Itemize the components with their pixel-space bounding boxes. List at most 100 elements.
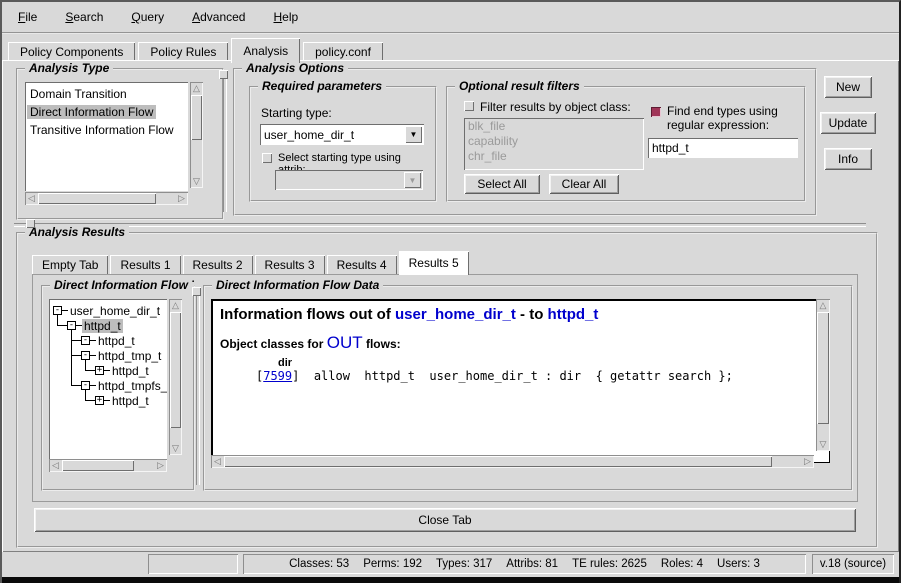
- stat-types: Types: 317: [436, 558, 492, 570]
- select-all-button[interactable]: Select All: [464, 174, 540, 194]
- tab-empty[interactable]: Empty Tab: [32, 255, 108, 274]
- object-class-listbox-disabled: blk_file capability chr_file: [464, 118, 644, 170]
- tree-node-label[interactable]: httpd_t: [110, 394, 151, 408]
- tab-policy-components[interactable]: Policy Components: [8, 42, 135, 62]
- scrollbar-thumb[interactable]: [62, 460, 134, 471]
- tree-collapse-icon[interactable]: -: [81, 351, 90, 360]
- tab-policy-rules[interactable]: Policy Rules: [138, 42, 228, 62]
- scrollbar-thumb[interactable]: [38, 193, 156, 204]
- tree-node-label[interactable]: httpd_t: [96, 334, 137, 348]
- filter-object-class-checkbox[interactable]: [464, 101, 474, 111]
- update-button[interactable]: Update: [820, 112, 876, 134]
- tree-expand-icon[interactable]: +: [95, 396, 104, 405]
- tab-results-2[interactable]: Results 2: [183, 255, 253, 274]
- status-version-panel: v.18 (source): [812, 554, 894, 574]
- tree-node-label[interactable]: user_home_dir_t: [68, 304, 162, 318]
- tree-expand-icon[interactable]: +: [95, 366, 104, 375]
- tab-results-1[interactable]: Results 1: [110, 255, 180, 274]
- stat-te-rules: TE rules: 2625: [572, 558, 647, 570]
- scroll-down-icon[interactable]: ▽: [190, 175, 203, 188]
- flow-header: Information flows out of user_home_dir_t…: [220, 306, 821, 323]
- sash-handle[interactable]: [26, 219, 35, 228]
- analysis-type-hscrollbar[interactable]: ◁ ▷: [25, 192, 188, 205]
- new-button[interactable]: New: [824, 76, 872, 98]
- regex-checkbox-checked[interactable]: [651, 107, 661, 117]
- scroll-up-icon[interactable]: △: [169, 299, 182, 312]
- stat-attribs: Attribs: 81: [506, 558, 558, 570]
- menu-file[interactable]: File: [8, 7, 47, 27]
- tree-collapse-icon[interactable]: -: [67, 321, 76, 330]
- flow-data-text[interactable]: Information flows out of user_home_dir_t…: [211, 299, 830, 463]
- rule-number-link[interactable]: 7599: [263, 369, 292, 383]
- tree-node-label[interactable]: httpd_t: [82, 319, 123, 333]
- regex-checkbox-label: Find end types using regular expression:: [667, 104, 799, 132]
- scrollbar-thumb[interactable]: [170, 312, 181, 428]
- tree-node-label[interactable]: httpd_tmpfs_t: [96, 379, 167, 393]
- tree-collapse-icon[interactable]: -: [81, 336, 90, 345]
- tab-results-3[interactable]: Results 3: [255, 255, 325, 274]
- menu-help[interactable]: Help: [263, 7, 308, 27]
- data-vscrollbar[interactable]: △ ▽: [816, 299, 830, 451]
- list-item[interactable]: Transitive Information Flow: [25, 121, 188, 139]
- menu-advanced[interactable]: Advanced: [182, 7, 255, 27]
- tree-node-label[interactable]: httpd_t: [110, 364, 151, 378]
- scroll-left-icon[interactable]: ◁: [211, 455, 224, 468]
- optional-filters-title: Optional result filters: [455, 79, 584, 93]
- scroll-right-icon[interactable]: ▷: [175, 192, 188, 205]
- tab-results-5[interactable]: Results 5: [399, 251, 469, 275]
- data-hscrollbar[interactable]: ◁ ▷: [211, 455, 814, 468]
- tree-node[interactable]: - user_home_dir_t: [49, 303, 167, 318]
- tree-node[interactable]: - httpd_tmpfs_t: [49, 378, 167, 393]
- menu-search[interactable]: Search: [55, 7, 113, 27]
- analysis-options-title: Analysis Options: [242, 61, 348, 75]
- tree-node-label[interactable]: httpd_tmp_t: [96, 349, 163, 363]
- scrollbar-thumb[interactable]: [191, 95, 202, 140]
- list-item-selected[interactable]: Direct Information Flow: [25, 103, 188, 121]
- analysis-page: Analysis Type Domain Transition Direct I…: [2, 60, 899, 552]
- list-item[interactable]: Domain Transition: [25, 85, 188, 103]
- tree-collapse-icon[interactable]: -: [81, 381, 90, 390]
- tree-node[interactable]: - httpd_t: [49, 333, 167, 348]
- analysis-type-listbox[interactable]: Domain Transition Direct Information Flo…: [25, 82, 188, 191]
- main-tab-bar: Policy Components Policy Rules Analysis …: [8, 36, 386, 62]
- attrib-checkbox[interactable]: [262, 153, 272, 163]
- window-bottom-edge: [2, 577, 899, 583]
- tree-node[interactable]: + httpd_t: [49, 363, 167, 378]
- sash-handle[interactable]: [192, 287, 201, 296]
- info-button[interactable]: Info: [824, 148, 872, 170]
- menu-query[interactable]: Query: [121, 7, 174, 27]
- tree-vscrollbar[interactable]: △ ▽: [169, 299, 182, 455]
- scroll-left-icon[interactable]: ◁: [49, 459, 62, 472]
- tree-node-selected[interactable]: - httpd_t: [49, 318, 167, 333]
- results-page: Direct Information Flow T: [32, 274, 858, 502]
- dropdown-arrow-icon[interactable]: ▼: [405, 126, 422, 143]
- scroll-up-icon[interactable]: △: [816, 299, 830, 312]
- filter-object-class-label: Filter results by object class:: [480, 100, 631, 114]
- scroll-down-icon[interactable]: ▽: [169, 442, 182, 455]
- flow-tree[interactable]: - user_home_dir_t - httpd_t - httpd_t: [49, 299, 167, 459]
- regex-input[interactable]: [648, 138, 798, 158]
- close-tab-button[interactable]: Close Tab: [34, 508, 856, 532]
- scroll-up-icon[interactable]: △: [190, 82, 203, 95]
- scrollbar-thumb[interactable]: [224, 456, 772, 467]
- tab-results-4[interactable]: Results 4: [327, 255, 397, 274]
- sash-handle[interactable]: [219, 70, 228, 79]
- source-type: user_home_dir_t: [395, 306, 516, 323]
- stat-perms: Perms: 192: [363, 558, 422, 570]
- tree-hscrollbar[interactable]: ◁ ▷: [49, 459, 167, 472]
- scrollbar-thumb[interactable]: [817, 312, 829, 424]
- tree-collapse-icon[interactable]: -: [53, 306, 62, 315]
- tab-analysis[interactable]: Analysis: [231, 38, 300, 63]
- starting-type-combobox[interactable]: user_home_dir_t ▼: [260, 124, 424, 145]
- analysis-type-vscrollbar[interactable]: △ ▽: [190, 82, 203, 188]
- scroll-right-icon[interactable]: ▷: [154, 459, 167, 472]
- target-type: httpd_t: [548, 306, 599, 323]
- scroll-left-icon[interactable]: ◁: [25, 192, 38, 205]
- scroll-right-icon[interactable]: ▷: [801, 455, 814, 468]
- tab-policy-conf[interactable]: policy.conf: [303, 42, 383, 62]
- tree-node[interactable]: - httpd_tmp_t: [49, 348, 167, 363]
- tree-node[interactable]: + httpd_t: [49, 393, 167, 408]
- scroll-down-icon[interactable]: ▽: [816, 438, 830, 451]
- clear-all-button[interactable]: Clear All: [549, 174, 619, 194]
- stat-users: Users: 3: [717, 558, 760, 570]
